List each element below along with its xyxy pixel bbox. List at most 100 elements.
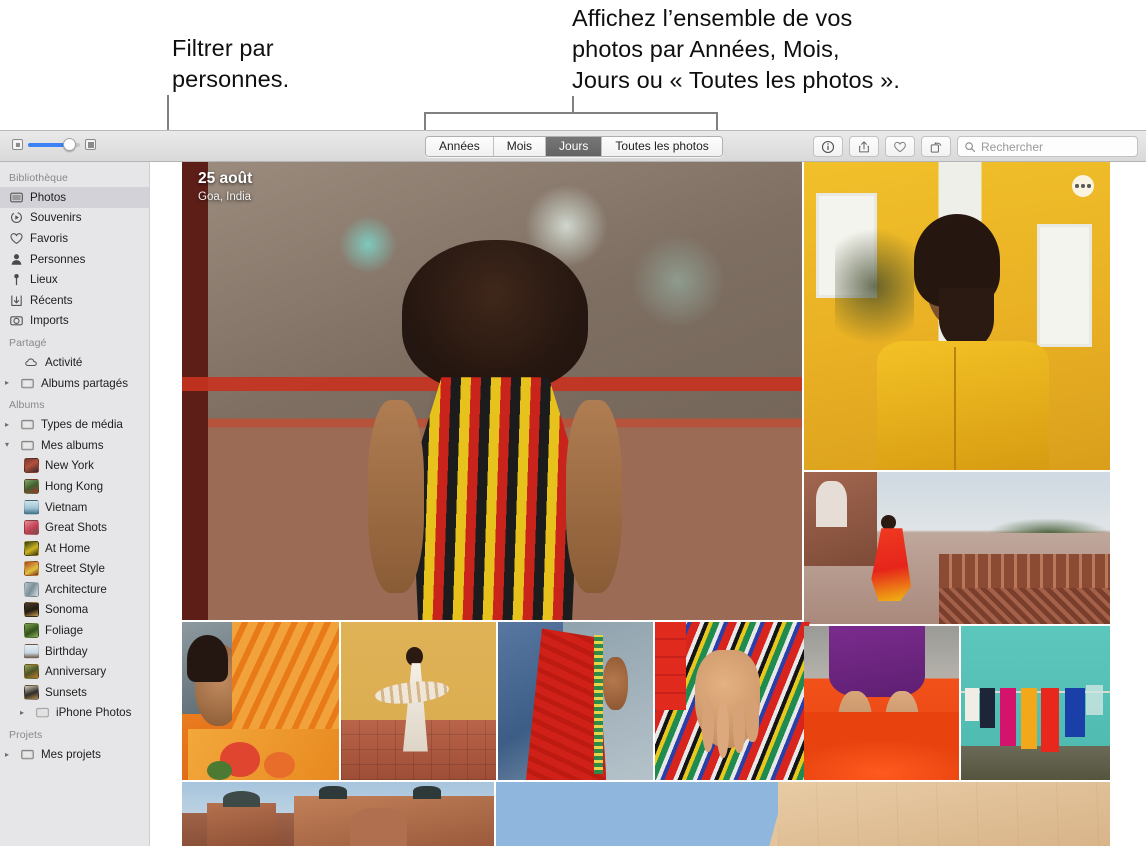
sidebar-item-label: Sonoma — [45, 603, 89, 617]
photo-woman-red-sari-taj[interactable] — [804, 472, 1110, 624]
photo-mughal-architecture[interactable] — [182, 782, 494, 846]
sidebar-album-vietnam[interactable]: Vietnam — [0, 497, 149, 518]
sidebar-item-label: Imports — [30, 314, 69, 328]
sidebar-album-great-shots[interactable]: Great Shots — [0, 517, 149, 538]
slider-track[interactable] — [28, 137, 80, 151]
sidebar-item-label: Architecture — [45, 582, 107, 596]
sidebar-album-anniversary[interactable]: Anniversary — [0, 661, 149, 682]
callout-filter-by-people: Filtrer par personnes. — [172, 35, 290, 92]
photo-woman-against-painted-wall[interactable] — [182, 162, 802, 620]
sidebar-item-types-de-media[interactable]: ▸ Types de média — [0, 414, 149, 435]
photo-woman-white-sari-dancing[interactable] — [341, 622, 496, 780]
sidebar-item-photos[interactable]: Photos — [0, 187, 149, 208]
heart-icon — [894, 141, 906, 152]
sidebar-item-favoris[interactable]: Favoris — [0, 228, 149, 249]
sidebar-item-personnes[interactable]: Personnes — [0, 249, 149, 270]
folder-icon — [20, 438, 35, 453]
person-icon — [9, 252, 24, 267]
album-thumbnail — [24, 581, 39, 597]
album-thumbnail — [24, 623, 39, 639]
share-button[interactable] — [849, 136, 879, 157]
slider-fill — [28, 142, 67, 147]
thumbnail-size-slider[interactable] — [12, 137, 96, 151]
tab-all-photos[interactable]: Toutes les photos — [602, 137, 722, 156]
sidebar-item-label: Photos — [30, 190, 67, 204]
search-field[interactable]: Rechercher — [957, 136, 1138, 157]
photo-man-yellow-house[interactable] — [804, 162, 1110, 470]
sidebar-item-activite[interactable]: Activité — [0, 352, 149, 373]
album-thumbnail — [24, 520, 39, 536]
dot — [1087, 184, 1091, 188]
search-icon — [965, 141, 976, 152]
folder-icon — [20, 417, 35, 432]
memories-icon — [9, 210, 24, 225]
favorite-button[interactable] — [885, 136, 915, 157]
album-thumbnail — [24, 540, 39, 556]
rotate-button[interactable] — [921, 136, 951, 157]
photo-hand-striped-fabric[interactable] — [655, 622, 810, 780]
photo-grid[interactable]: 25 août Goa, India — [182, 162, 1110, 846]
sidebar-item-souvenirs[interactable]: Souvenirs — [0, 208, 149, 229]
share-icon — [859, 140, 869, 152]
folder-icon — [35, 705, 50, 720]
photo-laundry-turquoise-wall[interactable] — [961, 626, 1110, 780]
sidebar-item-mes-albums[interactable]: ▾ Mes albums — [0, 435, 149, 456]
disclosure-triangle-collapsed[interactable]: ▸ — [5, 750, 14, 759]
dot — [1075, 184, 1079, 188]
sidebar-item-mes-projets[interactable]: ▸ Mes projets — [0, 744, 149, 765]
sidebar-item-albums-partages[interactable]: ▸ Albums partagés — [0, 373, 149, 394]
photo-sky-and-sandstone-wall[interactable] — [496, 782, 1110, 846]
sidebar-item-label: Souvenirs — [30, 211, 82, 225]
sidebar-album-new-york[interactable]: New York — [0, 456, 149, 477]
disclosure-triangle-collapsed[interactable]: ▸ — [5, 379, 14, 387]
photos-app-window: Années Mois Jours Toutes les photos Rech… — [0, 130, 1146, 846]
tab-days[interactable]: Jours — [546, 137, 603, 156]
photo-feet-orange-powder[interactable] — [804, 626, 959, 780]
photo-woman-red-veil-blue-wall[interactable] — [498, 622, 653, 780]
album-thumbnail — [24, 458, 39, 474]
sidebar-item-recents[interactable]: Récents — [0, 290, 149, 311]
tab-months[interactable]: Mois — [493, 137, 547, 156]
disclosure-triangle-expanded[interactable]: ▾ — [5, 441, 14, 449]
album-thumbnail — [24, 643, 39, 659]
sidebar-item-label: Types de média — [41, 418, 123, 432]
sidebar-item-label: Sunsets — [45, 685, 87, 699]
sidebar-album-foliage[interactable]: Foliage — [0, 620, 149, 641]
sidebar-item-label: Foliage — [45, 624, 84, 638]
more-options-icon[interactable] — [1072, 175, 1094, 197]
photos-icon — [9, 190, 24, 205]
sidebar-album-hong-kong[interactable]: Hong Kong — [0, 476, 149, 497]
view-mode-segmented-control[interactable]: Années Mois Jours Toutes les photos — [425, 136, 723, 157]
leader-line-viewmodes-left-drop — [424, 112, 426, 131]
album-thumbnail — [24, 664, 39, 680]
recents-icon — [9, 293, 24, 308]
sidebar-item-label: Great Shots — [45, 521, 107, 535]
disclosure-triangle-collapsed[interactable]: ▸ — [20, 708, 29, 717]
sidebar-item-label: Anniversary — [45, 665, 107, 679]
sidebar[interactable]: Bibliothèque Photos Souvenirs Favoris Pe… — [0, 162, 150, 846]
sidebar-album-sunsets[interactable]: Sunsets — [0, 682, 149, 703]
sidebar-item-lieux[interactable]: Lieux — [0, 269, 149, 290]
sidebar-item-label: At Home — [45, 541, 91, 555]
sidebar-section-projects: Projets — [9, 729, 43, 742]
sidebar-item-label: Lieux — [30, 273, 58, 287]
sidebar-item-imports[interactable]: Imports — [0, 311, 149, 332]
sidebar-album-at-home[interactable]: At Home — [0, 538, 149, 559]
tab-years[interactable]: Années — [426, 137, 494, 156]
pin-icon — [9, 272, 24, 287]
disclosure-triangle-collapsed[interactable]: ▸ — [5, 420, 14, 429]
leader-line-viewmodes-right-drop — [716, 112, 718, 131]
slider-knob[interactable] — [63, 137, 77, 151]
sidebar-item-label: Vietnam — [45, 500, 88, 514]
sidebar-album-birthday[interactable]: Birthday — [0, 641, 149, 662]
info-button[interactable] — [813, 136, 843, 157]
sidebar-item-label: Street Style — [45, 562, 105, 576]
small-thumbnail-icon — [12, 139, 23, 150]
sidebar-album-sonoma[interactable]: Sonoma — [0, 600, 149, 621]
sidebar-album-architecture[interactable]: Architecture — [0, 579, 149, 600]
sidebar-item-iphone-photos[interactable]: ▸ iPhone Photos — [0, 703, 149, 724]
sidebar-section-library: Bibliothèque — [9, 172, 68, 184]
sidebar-album-street-style[interactable]: Street Style — [0, 559, 149, 580]
photo-woman-orange-headscarf[interactable] — [182, 622, 339, 780]
sidebar-item-label: Mes projets — [41, 748, 101, 762]
